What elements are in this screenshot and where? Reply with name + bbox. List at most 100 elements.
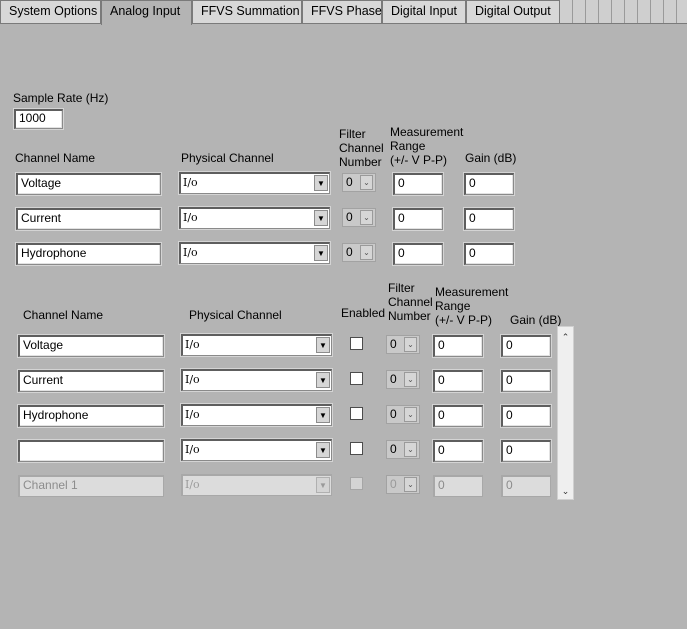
top-row-0-filter-value: 0 [346, 175, 353, 189]
bottom-row-1-range[interactable]: 0 [433, 370, 483, 392]
scroll-up-icon[interactable]: ⌃ [558, 329, 573, 345]
bottom-header-filter-line3: Number [388, 309, 431, 323]
ring-arrow-icon[interactable]: ⌄ [404, 337, 417, 352]
bottom-header-range-line2: Range [435, 299, 471, 313]
top-row-2-filter[interactable]: 0 ⌄ [342, 243, 376, 262]
top-row-0-channel-name[interactable]: Voltage [16, 173, 161, 195]
bottom-row-4-filter: 0 ⌄ [386, 475, 420, 494]
ring-arrow-icon[interactable]: ⌄ [404, 442, 417, 457]
top-row-1-gain[interactable]: 0 [464, 208, 514, 230]
top-header-range-line1: Measurement [390, 125, 464, 139]
tab-system-options[interactable]: System Options [0, 0, 101, 23]
bottom-row-3-gain[interactable]: 0 [501, 440, 551, 462]
tab-ffvs-summation[interactable]: FFVS Summation [192, 0, 302, 23]
top-row-2-range[interactable]: 0 [393, 243, 443, 265]
dropdown-arrow-icon[interactable]: ▼ [314, 175, 328, 191]
top-row-1-filter-value: 0 [346, 210, 353, 224]
bottom-row-1-filter[interactable]: 0 ⌄ [386, 370, 420, 389]
bottom-row-3-filter-value: 0 [390, 442, 397, 456]
sample-rate-label: Sample Rate (Hz) [13, 91, 109, 105]
top-header-filter-line3: Number [339, 155, 382, 169]
top-row-0-range[interactable]: 0 [393, 173, 443, 195]
bottom-row-0-gain[interactable]: 0 [501, 335, 551, 357]
scroll-down-icon[interactable]: ⌄ [558, 483, 573, 499]
top-row-2-physical-channel[interactable]: I/o ▼ [179, 242, 330, 264]
bottom-row-4-channel-name: Channel 1 [18, 475, 164, 497]
io-icon: I/o [185, 478, 200, 491]
ring-arrow-icon[interactable]: ⌄ [404, 372, 417, 387]
io-icon: I/o [183, 176, 198, 189]
bottom-table-scrollbar[interactable]: ⌃ ⌄ [557, 326, 574, 500]
bottom-row-2-filter-value: 0 [390, 407, 397, 421]
bottom-row-0-filter-value: 0 [390, 337, 397, 351]
top-row-2-gain[interactable]: 0 [464, 243, 514, 265]
tab-bar-filler [560, 0, 687, 23]
dropdown-arrow-icon[interactable]: ▼ [314, 210, 328, 226]
top-row-2-filter-value: 0 [346, 245, 353, 259]
top-header-filter-line1: Filter [339, 127, 366, 141]
bottom-row-1-enabled-checkbox[interactable] [350, 372, 363, 385]
bottom-row-2-enabled-checkbox[interactable] [350, 407, 363, 420]
bottom-row-3-filter[interactable]: 0 ⌄ [386, 440, 420, 459]
bottom-row-0-filter[interactable]: 0 ⌄ [386, 335, 420, 354]
tab-digital-input[interactable]: Digital Input [382, 0, 466, 23]
bottom-row-3-physical-channel[interactable]: I/o ▼ [181, 439, 332, 461]
io-icon: I/o [183, 211, 198, 224]
sample-rate-input[interactable]: 1000 [14, 109, 63, 129]
bottom-row-3-enabled-checkbox[interactable] [350, 442, 363, 455]
top-row-0-physical-channel[interactable]: I/o ▼ [179, 172, 330, 194]
bottom-row-2-channel-name[interactable]: Hydrophone [18, 405, 164, 427]
ring-arrow-icon[interactable]: ⌄ [360, 210, 373, 225]
bottom-row-2-physical-channel[interactable]: I/o ▼ [181, 404, 332, 426]
bottom-row-2-filter[interactable]: 0 ⌄ [386, 405, 420, 424]
top-row-2-channel-name[interactable]: Hydrophone [16, 243, 161, 265]
tab-ffvs-phase[interactable]: FFVS Phase [302, 0, 382, 23]
bottom-header-filter-line2: Channel [388, 295, 433, 309]
bottom-header-channel-name: Channel Name [23, 308, 104, 322]
bottom-row-1-gain[interactable]: 0 [501, 370, 551, 392]
top-header-filter: Filter Channel Number [339, 127, 384, 169]
top-header-channel-name: Channel Name [15, 151, 96, 165]
dropdown-arrow-icon[interactable]: ▼ [316, 337, 330, 353]
top-row-1-physical-channel[interactable]: I/o ▼ [179, 207, 330, 229]
bottom-row-2-gain[interactable]: 0 [501, 405, 551, 427]
bottom-row-2-range[interactable]: 0 [433, 405, 483, 427]
bottom-row-1-channel-name[interactable]: Current [18, 370, 164, 392]
bottom-row-0-channel-name[interactable]: Voltage [18, 335, 164, 357]
top-row-1-range[interactable]: 0 [393, 208, 443, 230]
bottom-row-0-range[interactable]: 0 [433, 335, 483, 357]
tab-digital-output[interactable]: Digital Output [466, 0, 560, 23]
io-icon: I/o [185, 443, 200, 456]
tab-bar: System Options Analog Input FFVS Summati… [0, 0, 687, 25]
top-row-1-filter[interactable]: 0 ⌄ [342, 208, 376, 227]
ring-arrow-icon[interactable]: ⌄ [360, 175, 373, 190]
bottom-header-range-line1: Measurement [435, 285, 509, 299]
io-icon: I/o [185, 408, 200, 421]
dropdown-arrow-icon[interactable]: ▼ [316, 442, 330, 458]
dropdown-arrow-icon: ▼ [316, 477, 330, 493]
top-row-0-gain[interactable]: 0 [464, 173, 514, 195]
top-header-gain: Gain (dB) [465, 151, 517, 165]
ring-arrow-icon: ⌄ [404, 477, 417, 492]
tab-analog-input[interactable]: Analog Input [101, 0, 192, 25]
dropdown-arrow-icon[interactable]: ▼ [316, 372, 330, 388]
top-header-range: Measurement Range (+/- V P-P) [390, 125, 463, 167]
bottom-row-1-physical-channel[interactable]: I/o ▼ [181, 369, 332, 391]
bottom-row-3-range[interactable]: 0 [433, 440, 483, 462]
top-row-0-filter[interactable]: 0 ⌄ [342, 173, 376, 192]
top-header-filter-line2: Channel [339, 141, 384, 155]
bottom-row-0-enabled-checkbox[interactable] [350, 337, 363, 350]
ring-arrow-icon[interactable]: ⌄ [404, 407, 417, 422]
top-row-1-channel-name[interactable]: Current [16, 208, 161, 230]
dropdown-arrow-icon[interactable]: ▼ [316, 407, 330, 423]
top-header-range-line3: (+/- V P-P) [390, 153, 448, 167]
bottom-row-4-range: 0 [433, 475, 483, 497]
bottom-row-1-filter-value: 0 [390, 372, 397, 386]
dropdown-arrow-icon[interactable]: ▼ [314, 245, 328, 261]
bottom-row-4-gain: 0 [501, 475, 551, 497]
bottom-row-4-physical-channel: I/o ▼ [181, 474, 332, 496]
top-header-physical-channel: Physical Channel [181, 151, 274, 165]
bottom-row-0-physical-channel[interactable]: I/o ▼ [181, 334, 332, 356]
bottom-row-3-channel-name[interactable] [18, 440, 164, 462]
ring-arrow-icon[interactable]: ⌄ [360, 245, 373, 260]
